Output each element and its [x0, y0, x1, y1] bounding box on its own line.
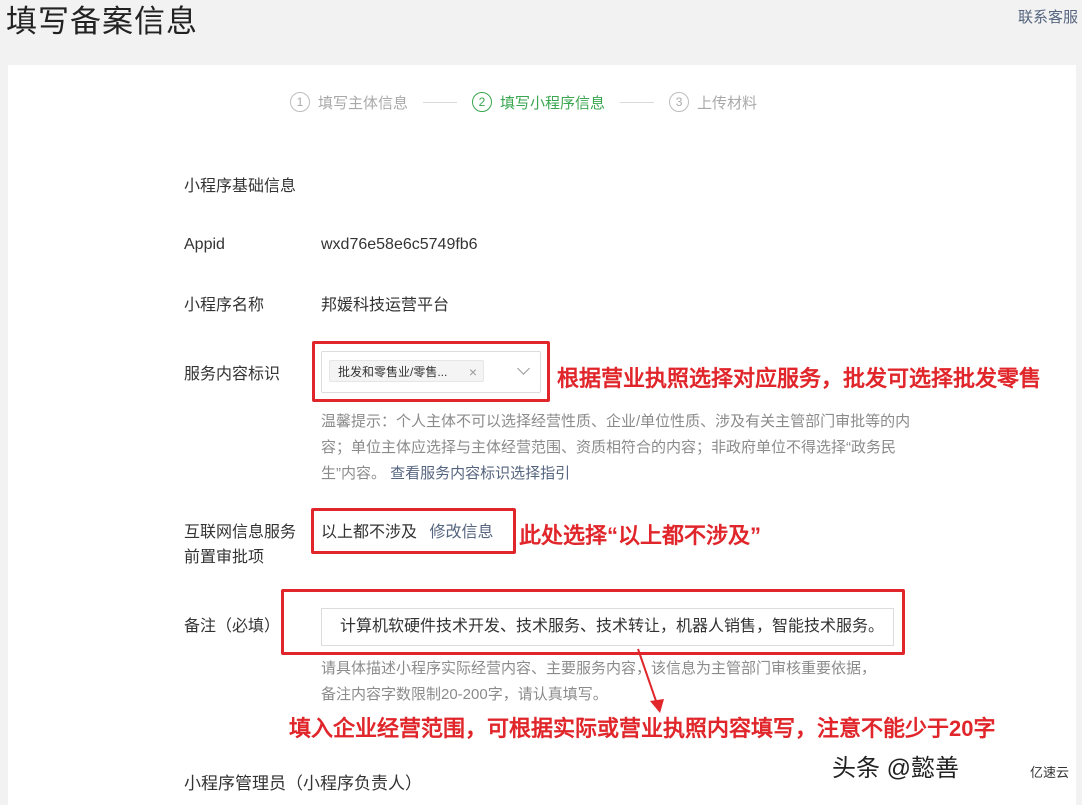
service-select[interactable]: 批发和零售业/零售... ×	[321, 351, 541, 393]
steps-bar: 1 填写主体信息 2 填写小程序信息 3 上传材料	[290, 90, 757, 114]
section-title: 小程序基础信息	[184, 178, 297, 195]
remark-tip-line1: 请具体描述小程序实际经营内容、主要服务内容，该信息为主管部门审核重要依据，	[321, 660, 877, 677]
brand-watermark: 亿速云	[1030, 762, 1070, 781]
step-1: 1 填写主体信息	[290, 92, 408, 113]
service-annotation: 根据营业执照选择对应服务，批发可选择批发零售	[557, 366, 1042, 391]
step-2-label: 填写小程序信息	[500, 94, 606, 112]
internet-value: 以上都不涉及 修改信息	[321, 520, 493, 546]
contact-service-link[interactable]: 联系客服	[1018, 6, 1078, 27]
step-divider	[423, 101, 458, 103]
step-3-label: 上传材料	[697, 94, 758, 112]
admin-section-title: 小程序管理员（小程序负责人）	[184, 774, 422, 793]
watermark: 头条 @懿善	[832, 755, 960, 782]
internet-label-line1: 互联网信息服务	[184, 524, 297, 541]
name-label: 小程序名称	[184, 297, 265, 314]
remark-input[interactable]: 计算机软硬件技术开发、技术服务、技术转让，机器人销售，智能技术服务。	[321, 608, 894, 646]
appid-label: Appid	[184, 236, 225, 253]
chevron-down-icon[interactable]	[517, 362, 530, 375]
step-2: 2 填写小程序信息	[472, 92, 605, 113]
service-label: 服务内容标识	[184, 366, 281, 383]
page-title: 填写备案信息	[6, 4, 198, 39]
service-tip: 温馨提示：个人主体不可以选择经营性质、企业/单位性质、涉及有关主管部门审批等的内…	[321, 409, 911, 487]
service-tag-label: 批发和零售业/零售...	[338, 365, 448, 379]
internet-annotation: 此处选择“以上都不涉及”	[519, 523, 762, 548]
step-1-number-icon: 1	[290, 92, 310, 112]
step-3-number-icon: 3	[669, 92, 690, 112]
modify-info-link[interactable]: 修改信息	[429, 524, 493, 541]
service-guide-link[interactable]: 查看服务内容标识选择指引	[390, 465, 570, 482]
step-2-number-icon: 2	[472, 92, 493, 112]
internet-value-text: 以上都不涉及	[321, 524, 418, 541]
name-value: 邦媛科技运营平台	[321, 297, 450, 314]
remark-tip-line2: 备注内容字数限制20-200字，请认真填写。	[321, 686, 608, 703]
step-3: 3 上传材料	[669, 92, 757, 113]
arrow-icon	[637, 648, 664, 713]
step-divider	[620, 101, 655, 103]
close-icon[interactable]: ×	[469, 361, 477, 383]
appid-value: wxd76e58e6c5749fb6	[321, 236, 478, 253]
remark-annotation: 填入企业经营范围，可根据实际或营业执照内容填写，注意不能少于20字	[289, 716, 996, 741]
service-tag: 批发和零售业/零售... ×	[329, 360, 484, 382]
step-1-label: 填写主体信息	[318, 94, 409, 112]
remark-label: 备注（必填）	[184, 618, 281, 635]
internet-label-line2: 前置审批项	[184, 549, 265, 566]
